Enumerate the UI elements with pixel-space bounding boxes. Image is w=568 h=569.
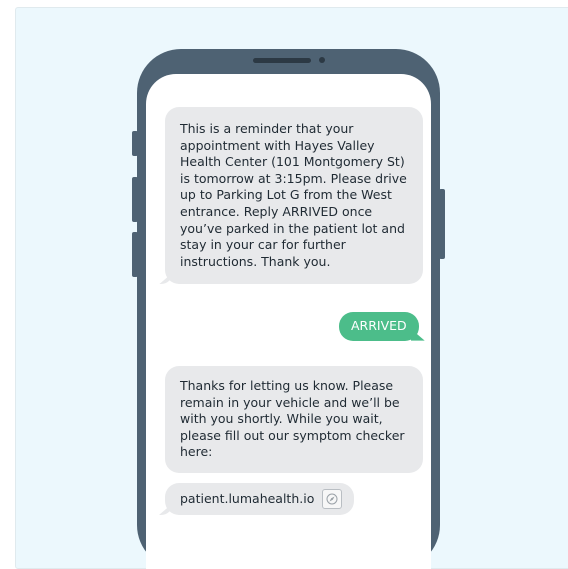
- message-text: ARRIVED: [351, 318, 407, 333]
- speaker-grille: [253, 57, 311, 63]
- compass-icon: [322, 489, 343, 509]
- message-screen: This is a reminder that your appointment…: [146, 74, 431, 569]
- camera-icon: [319, 57, 325, 63]
- incoming-message-link[interactable]: patient.lumahealth.io: [159, 483, 355, 515]
- phone-frame: This is a reminder that your appointment…: [132, 49, 445, 569]
- volume-down-button: [132, 232, 138, 277]
- message-text: This is a reminder that your appointment…: [180, 121, 407, 269]
- volume-up-button: [132, 177, 138, 222]
- message-text: Thanks for letting us know. Please remai…: [180, 378, 405, 460]
- outgoing-message-reply: ARRIVED: [339, 312, 425, 341]
- incoming-message-response: Thanks for letting us know. Please remai…: [165, 366, 423, 473]
- phone-notch: [253, 49, 325, 71]
- link-text[interactable]: patient.lumahealth.io: [180, 491, 314, 508]
- bubble-tail: [159, 272, 173, 285]
- mute-switch: [132, 131, 138, 156]
- power-button: [439, 189, 445, 259]
- bubble-tail: [159, 503, 173, 515]
- incoming-message-reminder: This is a reminder that your appointment…: [159, 107, 423, 285]
- bubble-tail: [410, 328, 425, 341]
